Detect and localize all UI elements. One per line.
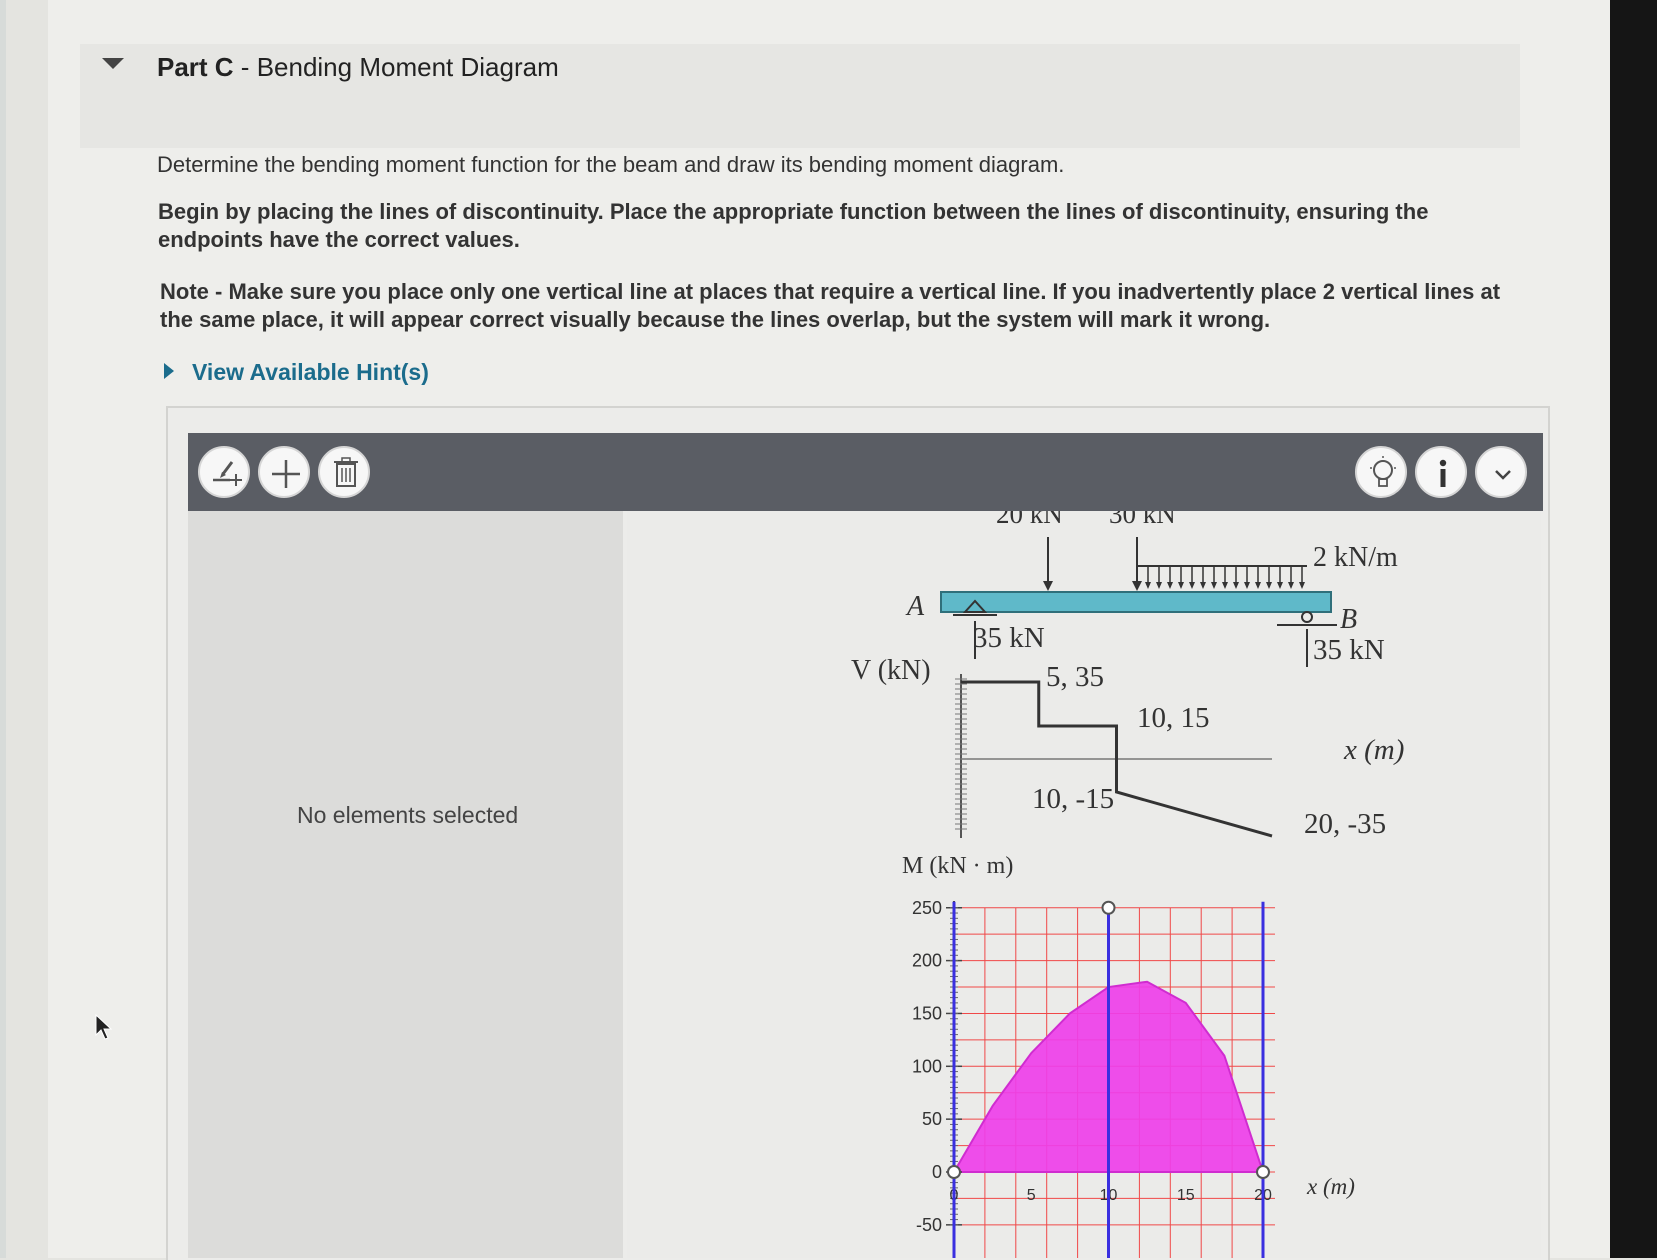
beam-diagram-svg: 20 kN 30 kN 2 kN/m A B 35 kN 35 kN V (kN… [851, 511, 1404, 1258]
udl-arrowhead [1211, 582, 1217, 589]
moment-y-tick-label: 50 [922, 1109, 942, 1129]
roller-support-b [1301, 611, 1313, 623]
hint-button[interactable] [1355, 446, 1407, 498]
shear-diagram: V (kN) 5, 35 10, 15 10, -15 20, -35 x (m… [851, 655, 1404, 840]
shear-point-label: 20, -35 [1304, 808, 1386, 840]
properties-pane [188, 511, 623, 1258]
shear-axis-label: V (kN) [851, 655, 931, 686]
info-button[interactable] [1415, 446, 1467, 498]
hint-expand-icon[interactable] [164, 363, 174, 379]
lightbulb-icon [1370, 456, 1396, 487]
draw-tool-button[interactable] [198, 446, 250, 498]
delete-button[interactable] [318, 446, 370, 498]
distributed-load-label: 2 kN/m [1313, 542, 1398, 573]
load-2-label: 30 kN [1109, 511, 1176, 529]
udl-arrowhead [1244, 582, 1250, 589]
part-title: Part C - Bending Moment Diagram [157, 52, 559, 83]
moment-y-tick-label: -50 [916, 1215, 942, 1235]
udl-arrowhead [1222, 582, 1228, 589]
collapse-caret-icon[interactable] [102, 58, 124, 69]
moment-control-handle[interactable] [947, 1165, 961, 1179]
view-hints-link[interactable]: View Available Hint(s) [192, 359, 429, 386]
moment-x-axis-label: x (m) [1306, 1174, 1355, 1199]
distributed-load-arrows [1134, 566, 1305, 589]
moment-y-tick-label: 200 [912, 951, 942, 971]
beam [940, 591, 1332, 613]
udl-arrowhead [1233, 582, 1239, 589]
moment-y-tick-label: 250 [912, 898, 942, 918]
part-label: Part C [157, 52, 234, 82]
selection-status: No elements selected [297, 802, 519, 828]
trash-icon [334, 457, 358, 487]
support-b-label: B [1340, 604, 1357, 635]
moment-y-tick-label: 100 [912, 1056, 942, 1076]
moment-y-tick-label: 150 [912, 1003, 942, 1023]
moment-y-tick-label: 0 [932, 1162, 942, 1182]
moment-x-tick-label: 15 [1177, 1187, 1195, 1204]
load-1-label: 20 kN [996, 511, 1063, 529]
moment-diagram: M (kN · m) 250 200 150 100 50 0 -50 05101520 x… [902, 853, 1355, 1258]
udl-arrowhead [1299, 582, 1305, 589]
udl-arrowhead [1145, 582, 1151, 589]
support-a-label: A [905, 591, 925, 622]
reaction-b-label: 35 kN [1313, 634, 1385, 666]
moment-axis-label: M (kN · m) [902, 853, 1013, 879]
drawing-toolbar [188, 433, 1543, 511]
udl-arrowhead [1277, 582, 1283, 589]
expand-menu-button[interactable] [1475, 446, 1527, 498]
shear-point-label: 10, 15 [1137, 702, 1210, 734]
chevron-down-icon [1495, 470, 1511, 480]
drawing-canvas[interactable]: 20 kN 30 kN 2 kN/m A B 35 kN 35 kN V (kN… [627, 511, 1541, 1258]
udl-arrowhead [1189, 582, 1195, 589]
udl-arrowhead [1288, 582, 1294, 589]
udl-arrowhead [1167, 582, 1173, 589]
intro-text: Determine the bending moment function fo… [157, 152, 1065, 177]
reaction-a-label: 35 kN [973, 622, 1045, 654]
instructions-text: Begin by placing the lines of discontinu… [158, 199, 1429, 252]
moment-control-handle[interactable] [1256, 1165, 1270, 1179]
shear-point-label: 5, 35 [1046, 661, 1104, 693]
udl-arrowhead [1200, 582, 1206, 589]
screen-bezel [1610, 0, 1657, 1258]
udl-arrowhead [1266, 582, 1272, 589]
udl-arrowhead [1178, 582, 1184, 589]
left-edge [0, 0, 6, 1258]
draw-tool-icon [213, 461, 242, 486]
point-load-1-arrowhead [1043, 581, 1053, 591]
part-title-text: Bending Moment Diagram [256, 52, 559, 82]
note-text: Note - Make sure you place only one vert… [160, 279, 1501, 332]
udl-arrowhead [1255, 582, 1261, 589]
mouse-pointer-icon [95, 1013, 113, 1040]
shear-x-axis-label: x (m) [1343, 734, 1404, 766]
shear-point-label: 10, -15 [1032, 783, 1114, 815]
moment-x-ticks: 05101520 [950, 1187, 1272, 1204]
beam-figure: 20 kN 30 kN 2 kN/m A B 35 kN 35 kN [905, 511, 1398, 667]
info-icon [1439, 459, 1447, 487]
add-button[interactable] [258, 446, 310, 498]
moment-x-tick-label: 5 [1027, 1187, 1036, 1204]
udl-arrowhead [1156, 582, 1162, 589]
plus-icon [272, 460, 300, 488]
moment-control-handle[interactable] [1101, 900, 1116, 915]
part-separator: - [233, 52, 257, 82]
